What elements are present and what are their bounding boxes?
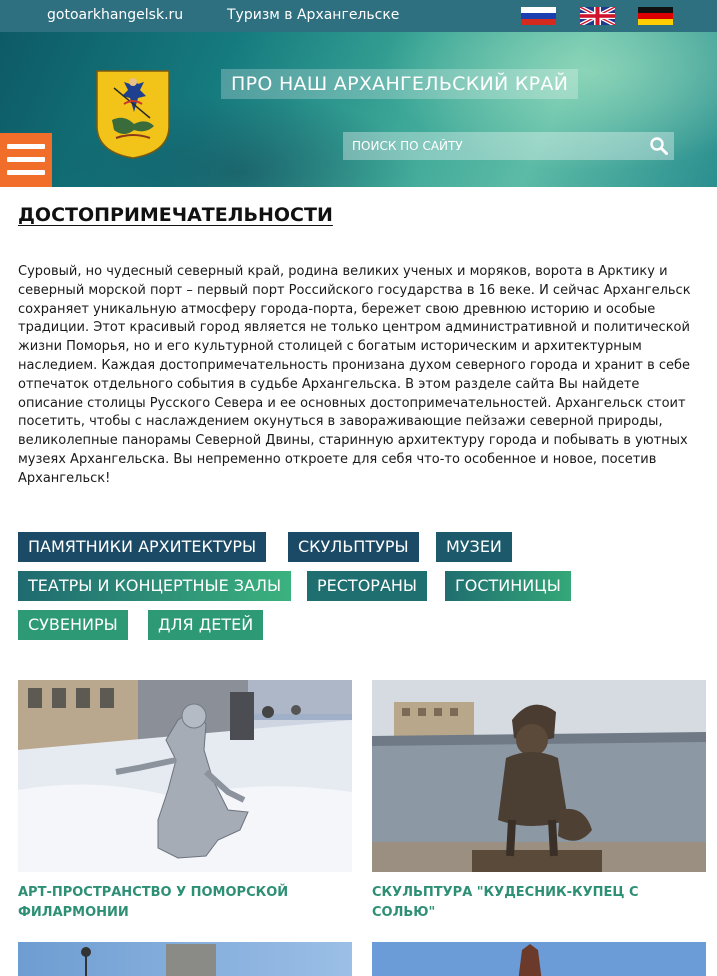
site-link[interactable]: gotoarkhangelsk.ru (47, 7, 183, 23)
merchant-sculpture-photo (372, 680, 706, 872)
page-title: ДОСТОПРИМЕЧАТЕЛЬНОСТИ (18, 204, 333, 226)
card-image-next-2[interactable] (372, 942, 706, 976)
tag-sculptures[interactable]: СКУЛЬПТУРЫ (288, 532, 419, 562)
tourism-link[interactable]: Туризм в Архангельске (227, 7, 399, 23)
card-image-art-space[interactable] (18, 680, 352, 872)
tag-hotels[interactable]: ГОСТИНИЦЫ (445, 571, 571, 601)
tag-theatres[interactable]: ТЕАТРЫ И КОНЦЕРТНЫЕ ЗАЛЫ (18, 571, 292, 601)
search-box[interactable] (343, 132, 674, 160)
intro-text: Суровый, но чудесный северный край, роди… (18, 264, 691, 486)
card-title-art-space[interactable]: АРТ-ПРОСТРАНСТВО У ПОМОРСКОЙ ФИЛАРМОНИИ (18, 883, 338, 923)
flag-ru-icon[interactable] (521, 7, 556, 25)
tag-restaurants[interactable]: РЕСТОРАНЫ (307, 571, 428, 601)
hero-title: ПРО НАШ АРХАНГЕЛЬСКИЙ КРАЙ (221, 69, 579, 99)
card-image-merchant[interactable] (372, 680, 706, 872)
flag-en-icon[interactable] (580, 7, 615, 25)
next-card-photo-2 (372, 942, 706, 976)
art-space-photo (18, 680, 352, 872)
tag-architecture[interactable]: ПАМЯТНИКИ АРХИТЕКТУРЫ (18, 532, 267, 562)
hamburger-icon-line (7, 170, 45, 175)
card-image-next-1[interactable] (18, 942, 352, 976)
hamburger-icon-line (7, 157, 45, 162)
tag-museums[interactable]: МУЗЕИ (436, 532, 512, 562)
search-icon[interactable] (650, 137, 668, 155)
hamburger-icon (7, 144, 45, 149)
site-header: ПРО НАШ АРХАНГЕЛЬСКИЙ КРАЙ (0, 32, 717, 187)
top-bar: gotoarkhangelsk.ru Туризм в Архангельске (0, 0, 717, 32)
menu-button[interactable] (0, 133, 52, 187)
card-title-merchant[interactable]: СКУЛЬПТУРА "КУДЕСНИК-КУПЕЦ С СОЛЬЮ" (372, 883, 706, 923)
next-card-photo-1 (18, 942, 352, 976)
coat-of-arms-icon[interactable] (94, 68, 172, 160)
tag-souvenirs[interactable]: СУВЕНИРЫ (18, 610, 128, 640)
tag-for-kids[interactable]: ДЛЯ ДЕТЕЙ (148, 610, 264, 640)
flag-de-icon[interactable] (638, 7, 673, 25)
search-input[interactable] (343, 132, 633, 160)
